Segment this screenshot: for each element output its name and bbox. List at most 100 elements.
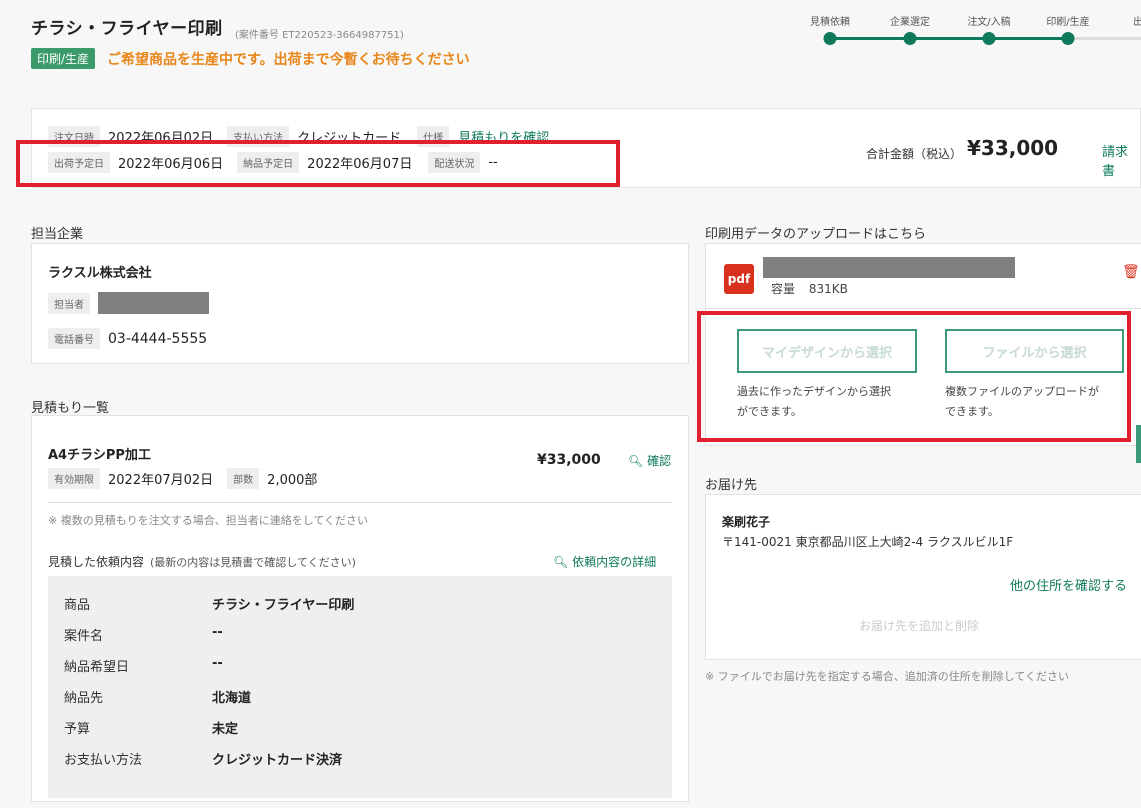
delivery-date-label: 納品予定日 [237, 152, 300, 173]
request-key: 商品 [64, 598, 91, 613]
ship-date-label: 出荷予定日 [48, 152, 110, 173]
request-key: 納品希望日 [64, 660, 130, 675]
spec-label: 仕様 [417, 126, 450, 147]
recipient-address: 〒141-0021 東京都品川区上大崎2-4 ラクスルビル1F [722, 535, 1014, 549]
file-select-description: 複数ファイルのアップロードが できます。 [945, 382, 1099, 422]
delivery-status-label: 配送状況 [428, 152, 481, 173]
quote-card: A4チラシPP加工 有効期限 2022年07月02日 部数 2,000部 ¥33… [31, 415, 689, 802]
request-key: 案件名 [64, 629, 104, 644]
delivery-section-title: お届け先 [705, 478, 758, 493]
request-row: 商品 チラシ・フライヤー印刷 [64, 594, 354, 613]
quote-price: ¥33,000 [537, 452, 601, 468]
step-label: 注文/入稿 [967, 17, 1011, 28]
progress-line-todo [1068, 37, 1141, 40]
progress-steps: 見積依頼 企業選定 注文/入稿 印刷/生産 出 [800, 10, 1141, 50]
request-row: 案件名 -- [64, 625, 223, 644]
step-label: 企業選定 [890, 17, 930, 28]
delivery-card: 楽刷花子 〒141-0021 東京都品川区上大崎2-4 ラクスルビル1F 他の住… [705, 494, 1141, 660]
invoice-link[interactable]: 請求書 [1102, 141, 1140, 179]
upload-card: pdf 容量 831KB 🗑︎ マイデザインから選択 ファイルから選択 過去に作… [705, 243, 1141, 446]
divider [706, 308, 1141, 309]
redacted-filename [763, 257, 1015, 278]
other-address-link[interactable]: 他の住所を確認する [1010, 575, 1127, 594]
company-section-title: 担当企業 [31, 227, 84, 242]
recipient-name: 楽刷花子 [722, 515, 771, 529]
pdf-icon: pdf [724, 264, 754, 294]
order-date-label: 注文日時 [48, 126, 100, 147]
request-value: -- [212, 656, 223, 671]
request-row: お支払い方法 クレジットカード決済 [64, 749, 342, 768]
request-row: 納品希望日 -- [64, 656, 223, 675]
progress-line-done [830, 37, 1068, 40]
quote-confirm-label: 確認 [647, 454, 672, 468]
request-detail-link[interactable]: 🔍︎ 依頼内容の詳細 [553, 553, 656, 570]
phone-number: 03-4444-5555 [108, 330, 208, 347]
request-key: 予算 [64, 722, 91, 737]
file-size-value: 831KB [808, 282, 848, 296]
request-detail-label: 依頼内容の詳細 [572, 555, 657, 569]
total-label: 合計金額（税込） [866, 147, 963, 161]
delivery-note: ※ ファイルでお届け先を指定する場合、追加済の住所を削除してください [705, 670, 1070, 683]
request-title-text: 見積した依頼内容 [48, 555, 145, 569]
request-table: 商品 チラシ・フライヤー印刷 案件名 -- 納品希望日 -- 納品先 北海道 予算 未定 … [48, 576, 672, 798]
document-search-icon: 🔍︎ [628, 454, 644, 468]
delivery-status: -- [488, 155, 498, 170]
quantity: 2,000部 [267, 473, 318, 488]
add-delete-address-button[interactable]: お届け先を追加と削除 [859, 617, 979, 634]
request-subtitle: (最新の内容は見積書で確認してください) [150, 556, 356, 569]
expiry-label: 有効期限 [48, 468, 100, 489]
document-search-icon: 🔍︎ [553, 555, 569, 569]
step-dot [1061, 32, 1075, 45]
qty-label: 部数 [227, 468, 260, 489]
request-value: クレジットカード決済 [212, 753, 343, 768]
status-badge: 印刷/生産 [31, 48, 96, 69]
quotes-section-title: 見積もり一覧 [31, 401, 110, 416]
expiry-date: 2022年07月02日 [108, 473, 214, 488]
person-label: 担当者 [48, 292, 90, 314]
step-label: 見積依頼 [810, 17, 850, 28]
step-dot [823, 32, 837, 45]
file-select-desc-line: できます。 [945, 405, 999, 418]
company-name: ラクスル株式会社 [48, 266, 152, 281]
file-select-button[interactable]: ファイルから選択 [945, 329, 1124, 373]
quote-item-title: A4チラシPP加工 [48, 448, 151, 463]
request-title: 見積した依頼内容 (最新の内容は見積書で確認してください) [48, 553, 356, 570]
phone-label: 電話番号 [48, 328, 100, 349]
scroll-tab[interactable] [1136, 425, 1141, 463]
order-date: 2022年06月02日 [108, 131, 214, 146]
quote-note: ※ 複数の見積もりを注文する場合、担当者に連絡をしてください [48, 514, 369, 527]
step-label: 印刷/生産 [1046, 17, 1090, 28]
total-amount: ¥33,000 [967, 136, 1059, 160]
request-row: 納品先 北海道 [64, 687, 251, 706]
request-value: チラシ・フライヤー印刷 [212, 598, 355, 613]
payment-method: クレジットカード [297, 131, 402, 146]
request-key: 納品先 [64, 691, 104, 706]
request-value: 未定 [212, 722, 239, 737]
my-design-description: 過去に作ったデザインから選択 ができます。 [737, 382, 891, 422]
file-size: 容量 831KB [771, 280, 848, 297]
request-key: お支払い方法 [64, 753, 143, 768]
ship-date: 2022年06月06日 [118, 157, 224, 172]
quote-confirm-button[interactable]: 🔍︎ 確認 [628, 452, 671, 469]
delivery-date: 2022年06月07日 [307, 157, 413, 172]
company-card: ラクスル株式会社 担当者 電話番号 03-4444-5555 [31, 243, 689, 364]
request-value: 北海道 [212, 691, 252, 706]
case-number: (案件番号 ET220523-3664987751) [235, 30, 404, 41]
divider [48, 502, 672, 503]
trash-icon[interactable]: 🗑︎ [1122, 264, 1140, 280]
order-summary: 注文日時 2022年06月02日 支払い方法 クレジットカード 仕様 見積もりを… [31, 108, 1141, 188]
redacted-person [98, 292, 209, 314]
step-label: 出 [1133, 17, 1141, 28]
step-dot [903, 32, 917, 45]
page-title: チラシ・フライヤー印刷 [31, 19, 223, 39]
quote-confirm-link[interactable]: 見積もりを確認 [458, 127, 549, 146]
payment-label: 支払い方法 [227, 126, 290, 147]
status-message: ご希望商品を生産中です。出荷まで今暫くお待ちください [107, 52, 470, 68]
my-design-desc-line: 過去に作ったデザインから選択 [737, 385, 891, 398]
step-dot [982, 32, 996, 45]
request-value: -- [212, 625, 223, 640]
upload-section-title: 印刷用データのアップロードはこちら [705, 227, 927, 242]
my-design-button[interactable]: マイデザインから選択 [737, 329, 917, 373]
request-row: 予算 未定 [64, 718, 238, 737]
file-select-desc-line: 複数ファイルのアップロードが [945, 385, 1099, 398]
